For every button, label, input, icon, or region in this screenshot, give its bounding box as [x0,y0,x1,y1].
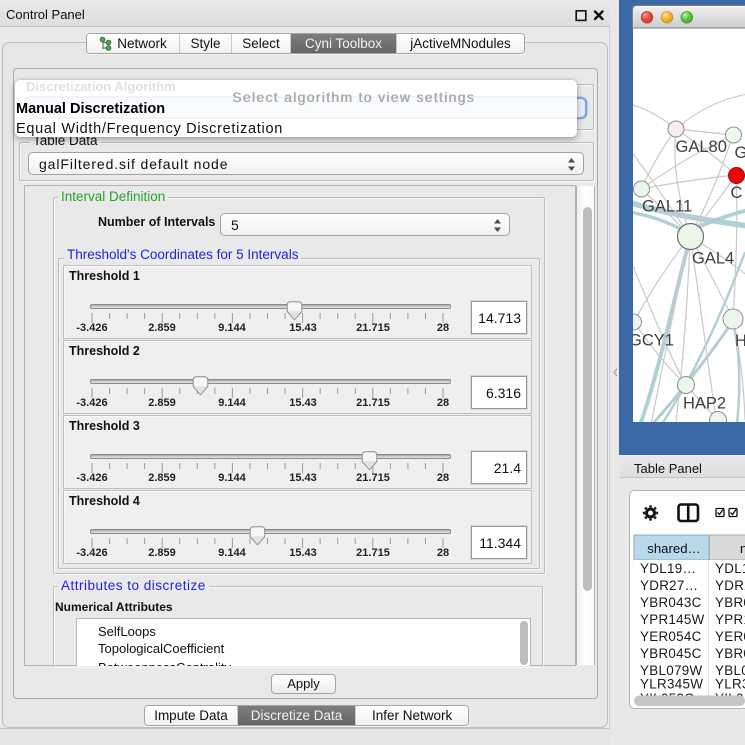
svg-text:C: C [731,184,743,202]
svg-text:HAP2: HAP2 [683,395,726,413]
svg-text:YBR045C: YBR045C [640,646,702,661]
svg-text:shared…: shared… [647,541,701,556]
svg-text:YDR2: YDR2 [715,578,745,593]
svg-text:YBR0: YBR0 [715,646,745,661]
svg-text:YLR345W: YLR345W [640,677,703,692]
svg-text:YDL19…: YDL19… [640,561,696,576]
svg-text:YBR043C: YBR043C [640,595,702,610]
svg-text:GAL11: GAL11 [642,198,692,216]
svg-text:n: n [740,541,745,556]
svg-text:YPR1: YPR1 [715,612,745,627]
svg-text:GA: GA [735,144,745,162]
svg-text:YDR27…: YDR27… [640,578,698,593]
svg-text:GAL4: GAL4 [692,250,734,268]
svg-text:YBR0: YBR0 [715,595,745,610]
svg-text:YLR3: YLR3 [715,677,745,692]
svg-text:GAL80: GAL80 [676,138,727,156]
svg-text:YER0: YER0 [715,629,745,644]
svg-text:YER054C: YER054C [640,629,702,644]
svg-text:YDL1: YDL1 [715,561,745,576]
svg-text:GCY1: GCY1 [629,332,674,350]
svg-text:YPR145W: YPR145W [640,612,705,627]
svg-text:H: H [735,332,745,350]
